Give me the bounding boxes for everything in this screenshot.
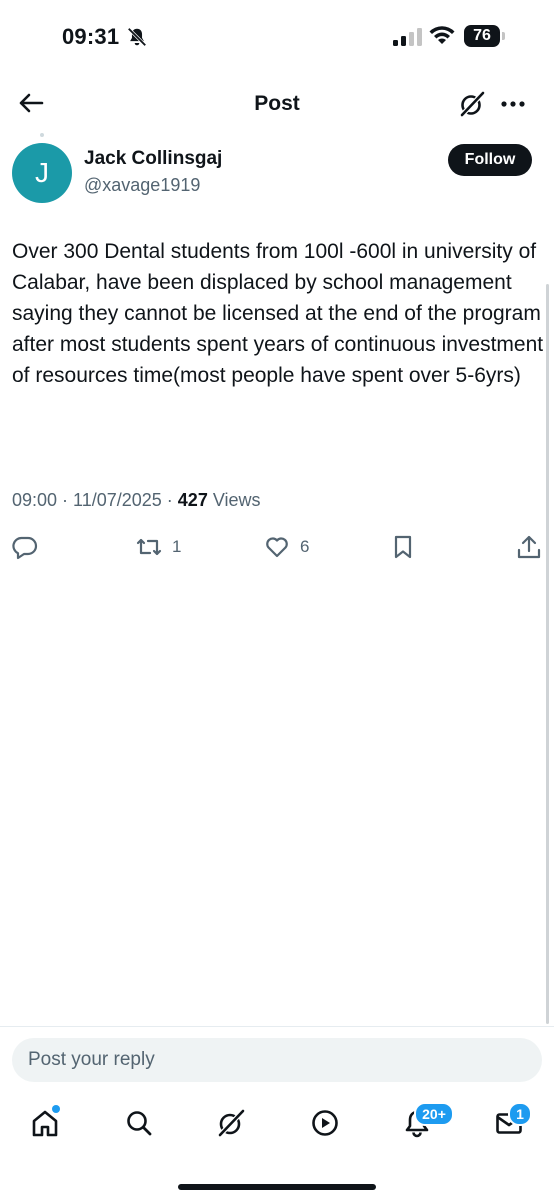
battery-level: 76 <box>464 25 500 47</box>
wifi-icon <box>429 26 455 44</box>
views-label: Views <box>212 490 261 510</box>
post-text: Over 300 Dental students from 100l -600l… <box>12 240 544 387</box>
bell-off-icon <box>127 27 147 47</box>
reply-input[interactable]: Post your reply <box>12 1038 542 1082</box>
reply-placeholder: Post your reply <box>28 1049 155 1070</box>
views-count: 427 <box>177 490 208 510</box>
bottom-tab-bar <box>0 1100 554 1150</box>
post-actions: 1 6 <box>0 530 554 564</box>
bookmark-icon <box>394 535 412 559</box>
battery-icon: 76 <box>464 25 508 49</box>
share-button[interactable] <box>516 530 542 564</box>
follow-button[interactable]: Follow <box>448 144 532 176</box>
signal-icon <box>393 28 422 46</box>
like-icon <box>266 537 288 558</box>
video-icon <box>312 1110 338 1136</box>
author-handle[interactable]: @xavage1919 <box>84 175 200 196</box>
tab-video[interactable] <box>310 1108 340 1138</box>
top-bar: Post <box>0 72 554 136</box>
like-count: 6 <box>300 537 310 556</box>
notifications-badge: 20+ <box>414 1102 454 1126</box>
status-time: 09:31 <box>62 24 120 49</box>
tab-grok[interactable] <box>216 1108 246 1138</box>
grok-tab-icon <box>218 1109 245 1137</box>
reply-divider <box>0 1026 554 1027</box>
thread-dot <box>40 133 44 137</box>
home-indicator <box>178 1184 376 1190</box>
search-icon <box>127 1111 152 1136</box>
bookmark-button[interactable] <box>390 530 416 564</box>
home-unread-dot <box>52 1105 60 1113</box>
share-icon <box>517 535 541 559</box>
repost-count: 1 <box>172 537 182 556</box>
repost-icon <box>136 538 162 556</box>
avatar[interactable]: J <box>12 143 72 203</box>
author-name[interactable]: Jack Collinsgaj <box>84 148 222 170</box>
reply-button[interactable] <box>12 530 38 564</box>
grok-icon[interactable] <box>458 90 486 118</box>
messages-badge: 1 <box>508 1102 532 1126</box>
status-bar: 09:31 76 <box>0 0 554 72</box>
scrollbar[interactable] <box>546 284 549 1024</box>
like-button[interactable]: 6 <box>264 530 309 564</box>
battery-tip <box>502 32 505 40</box>
reply-icon <box>12 536 38 560</box>
post-timestamp: 09:00 · 11/07/2025 · <box>12 490 178 510</box>
tab-search[interactable] <box>124 1108 154 1138</box>
post-meta: 09:00 · 11/07/2025 · 427 Views <box>12 490 261 511</box>
more-icon[interactable] <box>498 90 528 118</box>
repost-button[interactable]: 1 <box>136 530 181 564</box>
